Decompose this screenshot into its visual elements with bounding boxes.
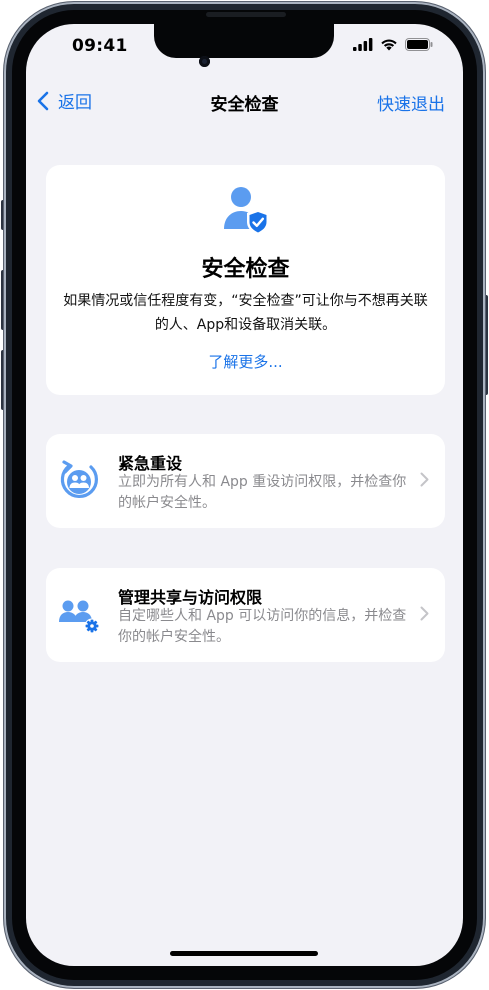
person-shield-icon bbox=[224, 187, 269, 235]
manage-sharing-icon bbox=[59, 600, 100, 634]
wifi-icon bbox=[381, 39, 397, 51]
battery-icon bbox=[405, 38, 433, 51]
emergency-reset-icon bbox=[60, 460, 98, 499]
manage-sharing-row[interactable]: 管理共享与访问权限 自定哪些人和 App 可以访问你的信息，并检查你的帐户安全性… bbox=[46, 568, 445, 662]
chevron-right-icon bbox=[420, 606, 429, 621]
camera-icon bbox=[199, 56, 210, 67]
cellular-signal-icon bbox=[353, 38, 373, 51]
manage-sharing-description: 自定哪些人和 App 可以访问你的信息，并检查你的帐户安全性。 bbox=[118, 608, 407, 645]
status-icons bbox=[353, 38, 433, 51]
screen: 09:41 返回 安全检查 快速退出 安全检查 如果情况或信任程度有变，“安全检… bbox=[26, 24, 463, 966]
emergency-reset-description: 立即为所有人和 App 重设访问权限，并检查你的帐户安全性。 bbox=[118, 474, 407, 511]
home-indicator[interactable] bbox=[170, 951, 318, 956]
safety-check-card: 安全检查 如果情况或信任程度有变，“安全检查”可让你与不想再关联的人、App和设… bbox=[46, 165, 445, 395]
learn-more-link[interactable]: 了解更多... bbox=[46, 351, 445, 372]
emergency-reset-title: 紧急重设 bbox=[118, 454, 183, 473]
notch bbox=[154, 24, 334, 58]
hero-title: 安全检查 bbox=[201, 257, 290, 282]
navigation-bar: 返回 安全检查 快速退出 bbox=[26, 86, 463, 116]
emergency-reset-row[interactable]: 紧急重设 立即为所有人和 App 重设访问权限，并检查你的帐户安全性。 bbox=[46, 434, 445, 528]
manage-sharing-title: 管理共享与访问权限 bbox=[118, 588, 263, 607]
chevron-right-icon bbox=[420, 472, 429, 487]
hero-description: 如果情况或信任程度有变，“安全检查”可让你与不想再关联的人、App和设备取消关联… bbox=[63, 293, 428, 333]
status-time: 09:41 bbox=[72, 36, 128, 56]
speaker-grille bbox=[206, 12, 286, 17]
quick-exit-button[interactable]: 快速退出 bbox=[377, 90, 445, 115]
